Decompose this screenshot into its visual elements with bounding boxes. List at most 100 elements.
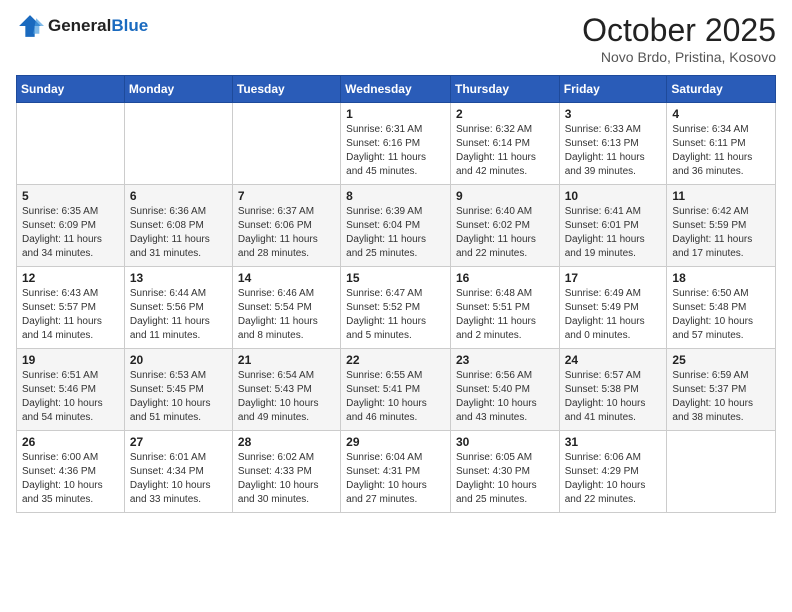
calendar-header-row: Sunday Monday Tuesday Wednesday Thursday… [17, 76, 776, 103]
calendar-cell: 11 Sunrise: 6:42 AMSunset: 5:59 PMDayligh… [667, 185, 776, 267]
title-block: October 2025 Novo Brdo, Pristina, Kosovo [582, 12, 776, 65]
day-number: 2 [456, 107, 554, 121]
day-info: Sunrise: 6:01 AMSunset: 4:34 PMDaylight:… [130, 451, 227, 507]
day-number: 25 [672, 353, 770, 367]
day-number: 29 [346, 435, 445, 449]
calendar-week-4: 19Sunrise: 6:51 AMSunset: 5:46 PMDayligh… [17, 349, 776, 431]
calendar-week-2: 5 Sunrise: 6:35 AMSunset: 6:09 PMDaylight… [17, 185, 776, 267]
calendar-cell: 15 Sunrise: 6:47 AMSunset: 5:52 PMDayligh… [341, 267, 451, 349]
calendar-cell: 13 Sunrise: 6:44 AMSunset: 5:56 PMDayligh… [124, 267, 232, 349]
calendar-cell: 5 Sunrise: 6:35 AMSunset: 6:09 PMDaylight… [17, 185, 125, 267]
day-number: 14 [238, 271, 335, 285]
day-info: Sunrise: 6:48 AMSunset: 5:51 PMDaylight:… [456, 287, 554, 343]
calendar-week-5: 26Sunrise: 6:00 AMSunset: 4:36 PMDayligh… [17, 431, 776, 513]
calendar-cell: 19Sunrise: 6:51 AMSunset: 5:46 PMDayligh… [17, 349, 125, 431]
calendar-cell: 29 Sunrise: 6:04 AMSunset: 4:31 PMDayligh… [341, 431, 451, 513]
calendar-cell: 21 Sunrise: 6:54 AMSunset: 5:43 PMDayligh… [232, 349, 340, 431]
calendar-cell: 24Sunrise: 6:57 AMSunset: 5:38 PMDayligh… [559, 349, 667, 431]
col-monday: Monday [124, 76, 232, 103]
day-number: 21 [238, 353, 335, 367]
day-info: Sunrise: 6:46 AMSunset: 5:54 PMDaylight:… [238, 287, 335, 343]
calendar-week-3: 12Sunrise: 6:43 AMSunset: 5:57 PMDayligh… [17, 267, 776, 349]
calendar-cell [17, 103, 125, 185]
calendar-cell [232, 103, 340, 185]
day-number: 13 [130, 271, 227, 285]
day-info: Sunrise: 6:47 AMSunset: 5:52 PMDaylight:… [346, 287, 445, 343]
day-info: Sunrise: 6:59 AMSunset: 5:37 PMDaylight:… [672, 369, 770, 425]
calendar-cell: 12Sunrise: 6:43 AMSunset: 5:57 PMDayligh… [17, 267, 125, 349]
day-number: 7 [238, 189, 335, 203]
day-number: 30 [456, 435, 554, 449]
calendar-cell: 4 Sunrise: 6:34 AMSunset: 6:11 PMDaylight… [667, 103, 776, 185]
day-number: 23 [456, 353, 554, 367]
calendar-week-1: 1 Sunrise: 6:31 AMSunset: 6:16 PMDaylight… [17, 103, 776, 185]
calendar-cell: 30 Sunrise: 6:05 AMSunset: 4:30 PMDayligh… [450, 431, 559, 513]
day-number: 4 [672, 107, 770, 121]
calendar-cell: 23 Sunrise: 6:56 AMSunset: 5:40 PMDayligh… [450, 349, 559, 431]
day-info: Sunrise: 6:32 AMSunset: 6:14 PMDaylight:… [456, 123, 554, 179]
calendar-cell: 31Sunrise: 6:06 AMSunset: 4:29 PMDayligh… [559, 431, 667, 513]
calendar-cell: 25 Sunrise: 6:59 AMSunset: 5:37 PMDayligh… [667, 349, 776, 431]
calendar-cell: 8 Sunrise: 6:39 AMSunset: 6:04 PMDaylight… [341, 185, 451, 267]
day-info: Sunrise: 6:56 AMSunset: 5:40 PMDaylight:… [456, 369, 554, 425]
day-number: 17 [565, 271, 662, 285]
calendar-cell: 14 Sunrise: 6:46 AMSunset: 5:54 PMDayligh… [232, 267, 340, 349]
day-info: Sunrise: 6:54 AMSunset: 5:43 PMDaylight:… [238, 369, 335, 425]
page-container: GeneralBlue October 2025 Novo Brdo, Pris… [0, 0, 792, 521]
day-number: 10 [565, 189, 662, 203]
day-number: 1 [346, 107, 445, 121]
day-number: 27 [130, 435, 227, 449]
calendar-cell: 18 Sunrise: 6:50 AMSunset: 5:48 PMDayligh… [667, 267, 776, 349]
day-info: Sunrise: 6:39 AMSunset: 6:04 PMDaylight:… [346, 205, 445, 261]
day-info: Sunrise: 6:42 AMSunset: 5:59 PMDaylight:… [672, 205, 770, 261]
calendar-cell: 1 Sunrise: 6:31 AMSunset: 6:16 PMDaylight… [341, 103, 451, 185]
calendar-cell: 10Sunrise: 6:41 AMSunset: 6:01 PMDayligh… [559, 185, 667, 267]
day-info: Sunrise: 6:33 AMSunset: 6:13 PMDaylight:… [565, 123, 662, 179]
day-number: 24 [565, 353, 662, 367]
day-info: Sunrise: 6:43 AMSunset: 5:57 PMDaylight:… [22, 287, 119, 343]
col-saturday: Saturday [667, 76, 776, 103]
day-info: Sunrise: 6:04 AMSunset: 4:31 PMDaylight:… [346, 451, 445, 507]
day-number: 5 [22, 189, 119, 203]
logo-text: GeneralBlue [48, 17, 148, 36]
day-info: Sunrise: 6:40 AMSunset: 6:02 PMDaylight:… [456, 205, 554, 261]
day-number: 31 [565, 435, 662, 449]
day-number: 8 [346, 189, 445, 203]
day-info: Sunrise: 6:34 AMSunset: 6:11 PMDaylight:… [672, 123, 770, 179]
day-info: Sunrise: 6:00 AMSunset: 4:36 PMDaylight:… [22, 451, 119, 507]
location: Novo Brdo, Pristina, Kosovo [582, 49, 776, 65]
day-number: 16 [456, 271, 554, 285]
day-number: 28 [238, 435, 335, 449]
day-number: 6 [130, 189, 227, 203]
calendar-cell: 7Sunrise: 6:37 AMSunset: 6:06 PMDaylight… [232, 185, 340, 267]
day-number: 3 [565, 107, 662, 121]
day-number: 15 [346, 271, 445, 285]
day-info: Sunrise: 6:31 AMSunset: 6:16 PMDaylight:… [346, 123, 445, 179]
day-info: Sunrise: 6:35 AMSunset: 6:09 PMDaylight:… [22, 205, 119, 261]
calendar-cell: 26Sunrise: 6:00 AMSunset: 4:36 PMDayligh… [17, 431, 125, 513]
calendar-cell: 22Sunrise: 6:55 AMSunset: 5:41 PMDayligh… [341, 349, 451, 431]
day-number: 18 [672, 271, 770, 285]
calendar-cell: 27 Sunrise: 6:01 AMSunset: 4:34 PMDayligh… [124, 431, 232, 513]
calendar-cell [124, 103, 232, 185]
calendar-cell: 9Sunrise: 6:40 AMSunset: 6:02 PMDaylight… [450, 185, 559, 267]
logo: GeneralBlue [16, 12, 148, 40]
day-info: Sunrise: 6:44 AMSunset: 5:56 PMDaylight:… [130, 287, 227, 343]
day-info: Sunrise: 6:55 AMSunset: 5:41 PMDaylight:… [346, 369, 445, 425]
col-thursday: Thursday [450, 76, 559, 103]
day-info: Sunrise: 6:05 AMSunset: 4:30 PMDaylight:… [456, 451, 554, 507]
calendar-cell: 17 Sunrise: 6:49 AMSunset: 5:49 PMDayligh… [559, 267, 667, 349]
calendar-cell: 28Sunrise: 6:02 AMSunset: 4:33 PMDayligh… [232, 431, 340, 513]
day-info: Sunrise: 6:49 AMSunset: 5:49 PMDaylight:… [565, 287, 662, 343]
calendar-table: Sunday Monday Tuesday Wednesday Thursday… [16, 75, 776, 513]
col-wednesday: Wednesday [341, 76, 451, 103]
logo-icon [16, 12, 44, 40]
calendar-cell: 6Sunrise: 6:36 AMSunset: 6:08 PMDaylight… [124, 185, 232, 267]
month-title: October 2025 [582, 12, 776, 49]
day-number: 19 [22, 353, 119, 367]
page-header: GeneralBlue October 2025 Novo Brdo, Pris… [16, 12, 776, 65]
day-info: Sunrise: 6:50 AMSunset: 5:48 PMDaylight:… [672, 287, 770, 343]
col-friday: Friday [559, 76, 667, 103]
calendar-cell [667, 431, 776, 513]
day-number: 11 [672, 189, 770, 203]
